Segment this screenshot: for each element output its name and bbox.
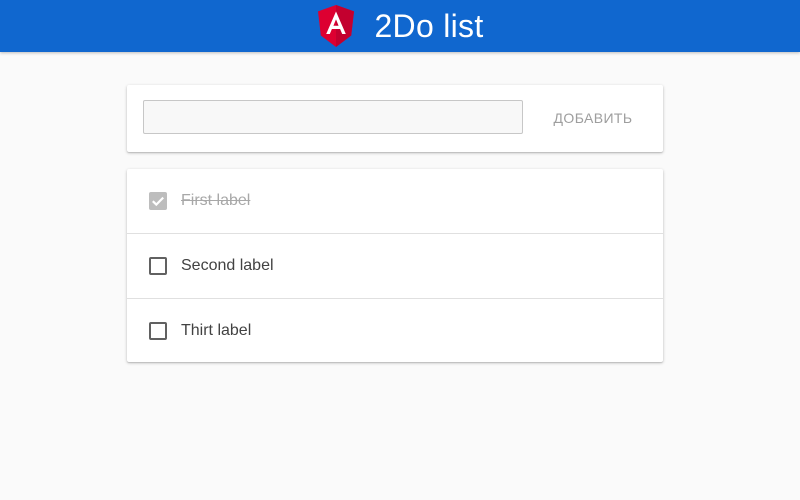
todo-label: Thirt label <box>181 322 252 339</box>
new-todo-input[interactable] <box>143 100 523 134</box>
todo-label: Second label <box>181 257 274 274</box>
checkbox-unchecked[interactable] <box>149 322 167 340</box>
todo-label: First label <box>181 192 251 209</box>
app-header: 2Do list <box>0 0 800 52</box>
todo-list: First label Second label Thirt label <box>127 169 663 362</box>
angular-logo-icon <box>318 5 355 47</box>
app-title: 2Do list <box>374 8 484 44</box>
checkbox-unchecked[interactable] <box>149 257 167 275</box>
checkbox-checked[interactable] <box>149 192 167 210</box>
add-button[interactable]: ДОБАВИТЬ <box>540 100 646 136</box>
check-icon <box>152 196 164 207</box>
todo-item: Second label <box>127 234 663 299</box>
add-todo-card: ДОБАВИТЬ <box>127 85 663 152</box>
todo-item: Thirt label <box>127 299 663 363</box>
todo-item: First label <box>127 169 663 234</box>
